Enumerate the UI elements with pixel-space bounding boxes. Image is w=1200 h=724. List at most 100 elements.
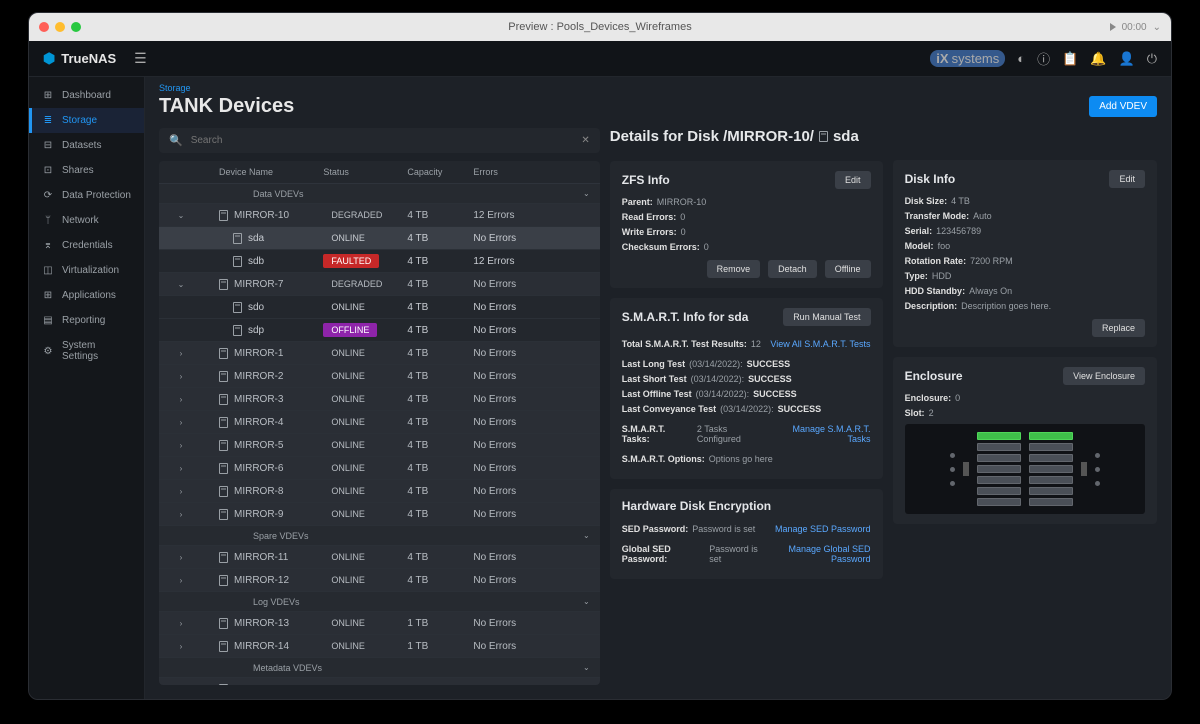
clear-search-icon[interactable]: ✕ [581, 135, 589, 146]
expand-icon[interactable]: › [165, 642, 197, 651]
expand-icon[interactable]: › [165, 685, 197, 686]
vdev-row[interactable]: ⌄MIRROR-10DEGRADED4 TB12 Errors [159, 204, 600, 227]
sidebar-item-reporting[interactable]: ▤Reporting [29, 308, 144, 333]
expand-icon[interactable]: › [165, 464, 197, 473]
disk-row[interactable]: sdbFAULTED4 TB12 Errors [159, 250, 600, 273]
section-header[interactable]: Metadata VDEVs⌄ [159, 658, 600, 678]
section-header[interactable]: Data VDEVs⌄ [159, 184, 600, 204]
sidebar-item-system-settings[interactable]: ⚙System Settings [29, 333, 144, 369]
sidebar-item-shares[interactable]: ⊡Shares [29, 158, 144, 183]
enclosure-bay[interactable] [977, 432, 1021, 440]
brand[interactable]: ⬢ TrueNAS [43, 50, 116, 67]
expand-icon[interactable]: › [165, 576, 197, 585]
enclosure-bay[interactable] [1029, 443, 1073, 451]
vdev-row[interactable]: ⌄MIRROR-7DEGRADED4 TBNo Errors [159, 273, 600, 296]
expand-icon[interactable]: › [165, 372, 197, 381]
run-manual-test-button[interactable]: Run Manual Test [783, 308, 870, 326]
expand-icon[interactable]: › [165, 418, 197, 427]
disk-row[interactable]: sdoONLINE4 TBNo Errors [159, 296, 600, 319]
errors: 12 Errors [473, 210, 577, 221]
disk-row[interactable]: sdpOFFLINE4 TBNo Errors [159, 319, 600, 342]
enclosure-bay[interactable] [1029, 476, 1073, 484]
menu-toggle-icon[interactable]: ☰ [134, 50, 147, 67]
enclosure-bay[interactable] [977, 443, 1021, 451]
expand-icon[interactable]: › [165, 619, 197, 628]
enclosure-bay[interactable] [1029, 487, 1073, 495]
search-input[interactable] [191, 135, 574, 146]
notifications-icon[interactable]: 🔔 [1090, 51, 1106, 67]
manage-sed-link[interactable]: Manage SED Password [775, 524, 871, 534]
sidebar-item-dashboard[interactable]: ⊞Dashboard [29, 83, 144, 108]
power-icon[interactable]: ⏻ [1147, 51, 1157, 67]
sidebar-item-virtualization[interactable]: ◫Virtualization [29, 258, 144, 283]
enclosure-bay[interactable] [1029, 432, 1073, 440]
sidebar-item-credentials[interactable]: ⌆Credentials [29, 233, 144, 258]
status-icon[interactable]: ◐ [1017, 51, 1025, 66]
device-name: sdp [248, 325, 264, 336]
account-icon[interactable]: 👤 [1119, 51, 1135, 67]
replace-button[interactable]: Replace [1092, 319, 1145, 337]
view-enclosure-button[interactable]: View Enclosure [1063, 367, 1145, 385]
manage-smart-link[interactable]: Manage S.M.A.R.T. Tasks [771, 424, 871, 444]
view-all-smart-link[interactable]: View All S.M.A.R.T. Tests [770, 339, 870, 349]
vdev-row[interactable]: ›MIRROR-5ONLINE4 TBNo Errors [159, 434, 600, 457]
breadcrumb[interactable]: Storage [145, 77, 1171, 93]
expand-icon[interactable]: › [165, 487, 197, 496]
ix-systems-badge[interactable]: iXsystems [930, 50, 1005, 67]
section-header[interactable]: Spare VDEVs⌄ [159, 526, 600, 546]
sidebar-item-network[interactable]: ᛘNetwork [29, 208, 144, 233]
zfs-edit-button[interactable]: Edit [835, 171, 871, 189]
enclosure-bay[interactable] [977, 498, 1021, 506]
disk-info-edit-button[interactable]: Edit [1109, 170, 1145, 188]
sidebar-item-applications[interactable]: ⊞Applications [29, 283, 144, 308]
mac-dropdown-icon[interactable]: ⌄ [1153, 22, 1161, 33]
offline-button[interactable]: Offline [825, 260, 871, 278]
mac-minimize-icon[interactable] [55, 22, 65, 32]
vdev-row[interactable]: ›MIRROR-9ONLINE4 TBNo Errors [159, 503, 600, 526]
nav-label: Applications [62, 290, 116, 301]
vdev-row[interactable]: ›MIRROR-15ONLINE1 TBNo Errors [159, 678, 600, 685]
enclosure-bay[interactable] [1029, 465, 1073, 473]
vdev-row[interactable]: ›MIRROR-3ONLINE4 TBNo Errors [159, 388, 600, 411]
mac-maximize-icon[interactable] [71, 22, 81, 32]
disk-row[interactable]: sdaONLINE4 TBNo Errors [159, 227, 600, 250]
sidebar-item-data-protection[interactable]: ⟳Data Protection [29, 183, 144, 208]
expand-icon[interactable]: ⌄ [165, 211, 197, 220]
manage-global-sed-link[interactable]: Manage Global SED Password [763, 544, 870, 564]
add-vdev-button[interactable]: Add VDEV [1089, 96, 1157, 117]
enclosure-bay[interactable] [1029, 454, 1073, 462]
vdev-row[interactable]: ›MIRROR-12ONLINE4 TBNo Errors [159, 569, 600, 592]
expand-icon[interactable]: ⌄ [165, 280, 197, 289]
enclosure-bay[interactable] [977, 465, 1021, 473]
sidebar-item-storage[interactable]: ≣Storage [29, 108, 144, 133]
vdev-row[interactable]: ›MIRROR-1ONLINE4 TBNo Errors [159, 342, 600, 365]
play-icon[interactable] [1110, 23, 1116, 31]
sidebar-item-datasets[interactable]: ⊟Datasets [29, 133, 144, 158]
expand-icon[interactable]: › [165, 510, 197, 519]
enclosure-bay[interactable] [977, 476, 1021, 484]
enclosure-bay[interactable] [977, 454, 1021, 462]
search-field[interactable]: 🔍 ✕ [159, 128, 600, 153]
remove-button[interactable]: Remove [707, 260, 761, 278]
expand-icon[interactable]: › [165, 441, 197, 450]
vdev-row[interactable]: ›MIRROR-2ONLINE4 TBNo Errors [159, 365, 600, 388]
vdev-row[interactable]: ›MIRROR-14ONLINE1 TBNo Errors [159, 635, 600, 658]
vdev-row[interactable]: ›MIRROR-11ONLINE4 TBNo Errors [159, 546, 600, 569]
mac-close-icon[interactable] [39, 22, 49, 32]
vdev-row[interactable]: ›MIRROR-8ONLINE4 TBNo Errors [159, 480, 600, 503]
detach-button[interactable]: Detach [768, 260, 817, 278]
clipboard-icon[interactable]: 📋 [1062, 51, 1078, 67]
enclosure-bay[interactable] [1029, 498, 1073, 506]
expand-icon[interactable]: › [165, 349, 197, 358]
expand-icon[interactable]: › [165, 553, 197, 562]
section-header[interactable]: Log VDEVs⌄ [159, 592, 600, 612]
expand-icon[interactable]: › [165, 395, 197, 404]
device-name: MIRROR-9 [234, 509, 283, 520]
info-icon[interactable]: ⓘ [1037, 49, 1050, 68]
device-name: sda [248, 233, 264, 244]
vdev-row[interactable]: ›MIRROR-4ONLINE4 TBNo Errors [159, 411, 600, 434]
vdev-row[interactable]: ›MIRROR-13ONLINE1 TBNo Errors [159, 612, 600, 635]
vdev-row[interactable]: ›MIRROR-6ONLINE4 TBNo Errors [159, 457, 600, 480]
disk-icon [219, 552, 228, 563]
enclosure-bay[interactable] [977, 487, 1021, 495]
